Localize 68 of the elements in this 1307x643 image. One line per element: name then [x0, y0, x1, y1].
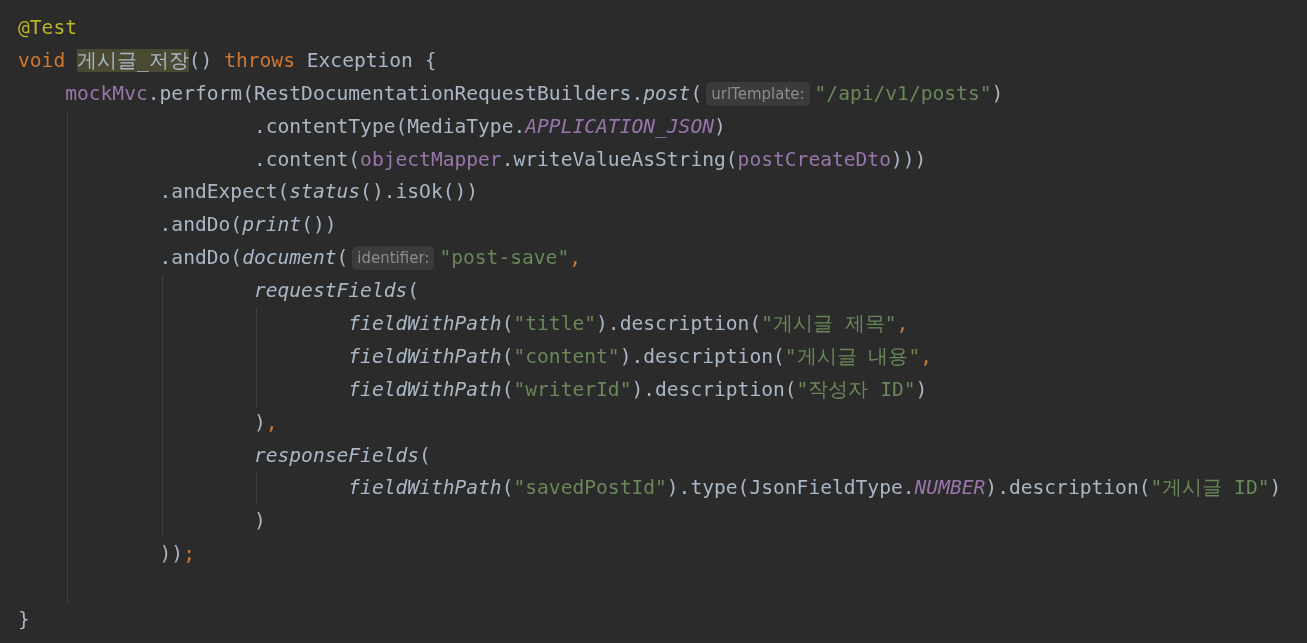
- method-call: print: [242, 213, 302, 237]
- code-text: ): [915, 377, 928, 401]
- code-text: (: [501, 344, 514, 368]
- string-literal: "post-save": [439, 246, 570, 270]
- constant: NUMBER: [914, 476, 986, 500]
- method-call: fieldWithPath: [348, 476, 502, 500]
- code-text: ).description(: [985, 476, 1151, 500]
- method-name: 게시글_저장: [77, 48, 189, 72]
- method-call: document: [242, 246, 337, 270]
- field-name: objectMapper: [360, 147, 502, 171]
- field-name: postCreateDto: [737, 147, 891, 171]
- code-text: ).type(JsonFieldType.: [666, 476, 915, 500]
- code-text: .andDo(: [159, 246, 243, 270]
- keyword: throws: [224, 48, 296, 72]
- field-name: mockMvc: [65, 81, 148, 105]
- method-call: requestFields: [253, 279, 408, 303]
- code-text: .andExpect(: [159, 180, 290, 204]
- code-text: (: [407, 279, 420, 303]
- code-text: (: [501, 377, 514, 401]
- string-literal: "게시글 내용": [784, 344, 921, 368]
- punctuation: ,: [896, 312, 909, 335]
- code-text: .writeValueAsString(: [501, 147, 738, 171]
- code-text: ): [253, 410, 266, 434]
- method-call: status: [289, 180, 361, 204]
- punctuation: ,: [569, 246, 581, 270]
- code-text: ().isOk()): [360, 180, 479, 204]
- code-text: .perform(RestDocumentationRequestBuilders.: [147, 81, 644, 105]
- string-literal: "게시글 ID": [1150, 476, 1270, 500]
- code-text: ): [1269, 476, 1282, 500]
- punctuation: ;: [183, 542, 195, 566]
- string-literal: "게시글 제목": [761, 312, 897, 335]
- method-call: fieldWithPath: [348, 312, 502, 335]
- punctuation: ,: [920, 344, 932, 368]
- code-text: ): [253, 509, 266, 533]
- code-text: (: [419, 443, 431, 467]
- string-literal: "/api/v1/posts": [814, 81, 992, 105]
- string-literal: "writerId": [513, 377, 632, 401]
- string-literal: "작성자 ID": [796, 377, 916, 401]
- string-literal: "title": [513, 312, 597, 335]
- code-text: (): [188, 48, 214, 72]
- code-text: }: [18, 608, 30, 632]
- code-text: Exception {: [306, 48, 437, 72]
- code-text: ).description(: [631, 377, 797, 401]
- code-text: (: [690, 81, 703, 105]
- code-text: .content(: [253, 147, 361, 171]
- code-text: ): [714, 114, 726, 138]
- method-call: fieldWithPath: [348, 377, 502, 401]
- code-text: .andDo(: [159, 213, 243, 237]
- string-literal: "content": [513, 344, 620, 368]
- code-text: )): [159, 542, 184, 566]
- keyword: void: [18, 48, 67, 72]
- code-text: ): [991, 81, 1004, 105]
- code-text: (: [336, 246, 349, 270]
- parameter-hint: urlTemplate:: [706, 81, 810, 106]
- code-text: ).description(: [596, 312, 762, 335]
- code-text: ))): [890, 147, 927, 171]
- code-text: ()): [301, 213, 337, 237]
- method-call: responseFields: [253, 443, 420, 467]
- parameter-hint: identifier:: [352, 246, 435, 271]
- method-call: fieldWithPath: [348, 344, 502, 368]
- code-text: ).description(: [619, 344, 785, 368]
- code-text: (: [501, 476, 514, 500]
- annotation: @Test: [18, 16, 77, 39]
- method-call: post: [643, 81, 691, 105]
- constant: APPLICATION_JSON: [525, 114, 714, 138]
- code-text: (: [501, 312, 514, 335]
- punctuation: ,: [265, 410, 278, 434]
- string-literal: "savedPostId": [513, 476, 667, 500]
